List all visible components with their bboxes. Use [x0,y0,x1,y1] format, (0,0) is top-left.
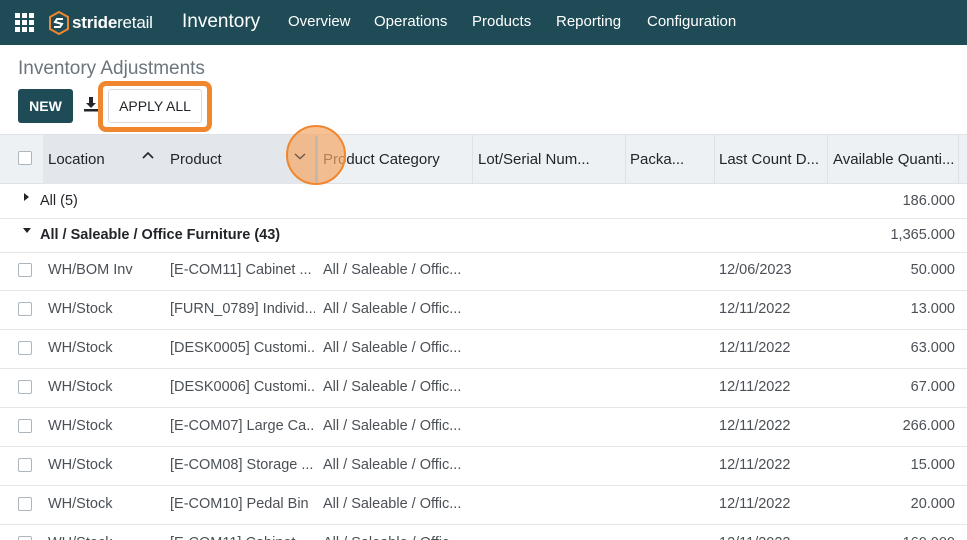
group-label: All (5) [40,193,78,209]
location-cell: WH/BOM Inv [48,262,133,278]
chevron-down-icon[interactable] [294,152,306,160]
row-checkbox[interactable] [18,497,32,511]
group-total: 1,365.000 [890,227,955,243]
quantity-cell: 266.000 [902,418,955,434]
location-cell: WH/Stock [48,496,113,512]
product-cell: [E-COM10] Pedal Bin [170,496,309,512]
new-button[interactable]: NEW [18,89,73,123]
row-checkbox[interactable] [18,419,32,433]
top-navbar: strideretail Inventory Overview Operatio… [0,0,967,45]
menu-overview[interactable]: Overview [288,13,351,30]
logo-mark-icon [49,11,69,35]
quantity-cell: 67.000 [910,379,955,395]
row-checkbox[interactable] [18,458,32,472]
menu-products[interactable]: Products [472,13,531,30]
table-row[interactable]: WH/BOM Inv [E-COM11] Cabinet ... All / Sal… [0,252,967,291]
column-divider [827,135,828,184]
column-package[interactable]: Packa... [630,135,684,184]
category-cell: All / Saleable / Offic... [323,535,468,540]
category-cell: All / Saleable / Offic... [323,340,462,356]
quantity-cell: 13.000 [910,301,955,317]
row-checkbox[interactable] [18,263,32,277]
product-cell: [E-COM11] Cabinet ... [170,535,315,540]
stride-retail-logo[interactable]: strideretail [49,10,153,36]
location-cell: WH/Stock [48,340,113,356]
column-lot-serial[interactable]: Lot/Serial Num... [478,135,590,184]
menu-reporting[interactable]: Reporting [556,13,621,30]
last-count-cell: 12/11/2022 [719,418,791,434]
category-cell: All / Saleable / Offic... [323,262,462,278]
last-count-cell: 12/06/2023 [719,262,792,278]
menu-configuration[interactable]: Configuration [647,13,736,30]
column-product[interactable]: Product [170,135,222,184]
category-cell: All / Saleable / Offic... [323,418,462,434]
column-available-quantity[interactable]: Available Quanti... [833,135,954,184]
group-label: All / Saleable / Office Furniture (43) [40,227,281,243]
table-row[interactable]: WH/Stock [DESK0005] Customi... All / Salea… [0,330,967,369]
group-row-all[interactable]: All (5) 186.000 [0,184,967,219]
group-row-office-furniture[interactable]: All / Saleable / Office Furniture (43) 1… [0,218,967,253]
grid-icon[interactable] [15,13,35,32]
app-title[interactable]: Inventory [182,11,260,33]
table-row[interactable]: WH/Stock [E-COM11] Cabinet ... All / Salea… [0,525,967,540]
product-cell: [E-COM08] Storage ... [170,457,314,473]
group-total: 186.000 [902,193,955,209]
last-count-cell: 12/11/2022 [719,496,791,512]
quantity-cell: 63.000 [910,340,955,356]
category-cell: All / Saleable / Offic... [323,496,462,512]
quantity-cell: 160.000 [903,535,955,540]
table-row[interactable]: WH/Stock [FURN_0789] Individ... All / Sale… [0,291,967,330]
location-cell: WH/Stock [48,457,113,473]
product-cell: [DESK0006] Customi... [170,379,315,395]
product-cell: [FURN_0789] Individ... [170,301,315,317]
download-icon[interactable] [83,96,99,112]
column-last-count-date[interactable]: Last Count D... [719,135,819,184]
row-checkbox[interactable] [18,536,32,540]
last-count-cell: 12/11/2022 [719,457,791,473]
last-count-cell: 12/11/2022 [719,535,824,540]
category-cell: All / Saleable / Offic... [323,379,462,395]
category-cell: All / Saleable / Offic... [323,457,462,473]
caret-down-icon [23,228,31,233]
caret-right-icon [24,193,29,201]
quantity-cell: 15.000 [910,457,955,473]
row-checkbox[interactable] [18,380,32,394]
quantity-cell: 20.000 [910,496,955,512]
location-cell: WH/Stock [48,535,163,540]
last-count-cell: 12/11/2022 [719,340,791,356]
column-divider [958,135,959,184]
select-all-checkbox[interactable] [18,151,32,165]
column-resize-handle[interactable] [315,136,318,183]
product-cell: [E-COM11] Cabinet ... [170,262,312,278]
table-row[interactable]: WH/Stock [E-COM07] Large Ca... All / Salea… [0,408,967,447]
logo-text: strideretail [72,13,153,32]
table-row[interactable]: WH/Stock [DESK0006] Customi... All / Salea… [0,369,967,408]
table-row[interactable]: WH/Stock [E-COM08] Storage ... All / Salea… [0,447,967,486]
last-count-cell: 12/11/2022 [719,301,791,317]
column-divider [625,135,626,184]
product-cell: [DESK0005] Customi... [170,340,315,356]
page-title: Inventory Adjustments [18,58,205,79]
row-checkbox[interactable] [18,341,32,355]
table-row[interactable]: WH/Stock [E-COM10] Pedal Bin All / Saleabl… [0,486,967,525]
product-cell: [E-COM07] Large Ca... [170,418,315,434]
row-checkbox[interactable] [18,302,32,316]
column-location[interactable]: Location [48,135,105,184]
location-cell: WH/Stock [48,301,113,317]
quantity-cell: 50.000 [910,262,955,278]
chevron-up-icon[interactable] [141,150,155,160]
category-cell: All / Saleable / Offic... [323,301,462,317]
last-count-cell: 12/11/2022 [719,379,791,395]
apply-all-button[interactable]: APPLY ALL [108,89,202,123]
column-divider [472,135,473,184]
menu-operations[interactable]: Operations [374,13,447,30]
location-cell: WH/Stock [48,418,113,434]
column-divider [714,135,715,184]
location-cell: WH/Stock [48,379,113,395]
